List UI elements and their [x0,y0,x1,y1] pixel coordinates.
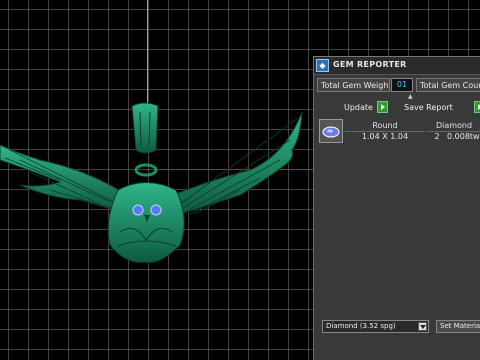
material-select[interactable]: Diamond (3.52 spg) [322,320,429,333]
round-gem-icon [322,126,340,138]
set-material-button[interactable]: Set Materia [436,320,480,333]
save-report-play-icon[interactable] [474,101,480,113]
total-gem-count-label: Total Gem Count [416,78,480,92]
update-play-icon[interactable] [377,101,388,113]
save-report-button-label[interactable]: Save Report [404,101,453,115]
material-select-value: Diamond (3.52 spg) [326,322,396,330]
gem-app-icon: ◆ [316,59,329,72]
total-gem-weight-value: 01 [391,78,413,92]
gem-size-cell: 1.04 X 1.04 [361,132,409,141]
panel-titlebar[interactable]: ◆ GEM REPORTER [314,57,480,75]
gem-count-cell: 2 [434,132,440,141]
gem-thumbnail[interactable] [319,119,343,143]
panel-title: GEM REPORTER [333,60,407,69]
total-gem-weight-label: Total Gem Weight [317,78,390,92]
update-button-label[interactable]: Update [344,101,373,115]
collapse-arrow-icon[interactable]: ▲ [408,93,413,100]
gem-table: Round Diamond 1.04 X 1.04 2 0.008twt [319,119,480,145]
dropdown-arrow-icon[interactable] [418,322,427,331]
owl-pendant-model[interactable] [0,100,310,270]
gem-weight-cell: 0.008twt [447,132,480,141]
y-axis-line [147,0,148,112]
gem-reporter-panel: ◆ GEM REPORTER Total Gem Weight 01 Total… [313,56,480,360]
